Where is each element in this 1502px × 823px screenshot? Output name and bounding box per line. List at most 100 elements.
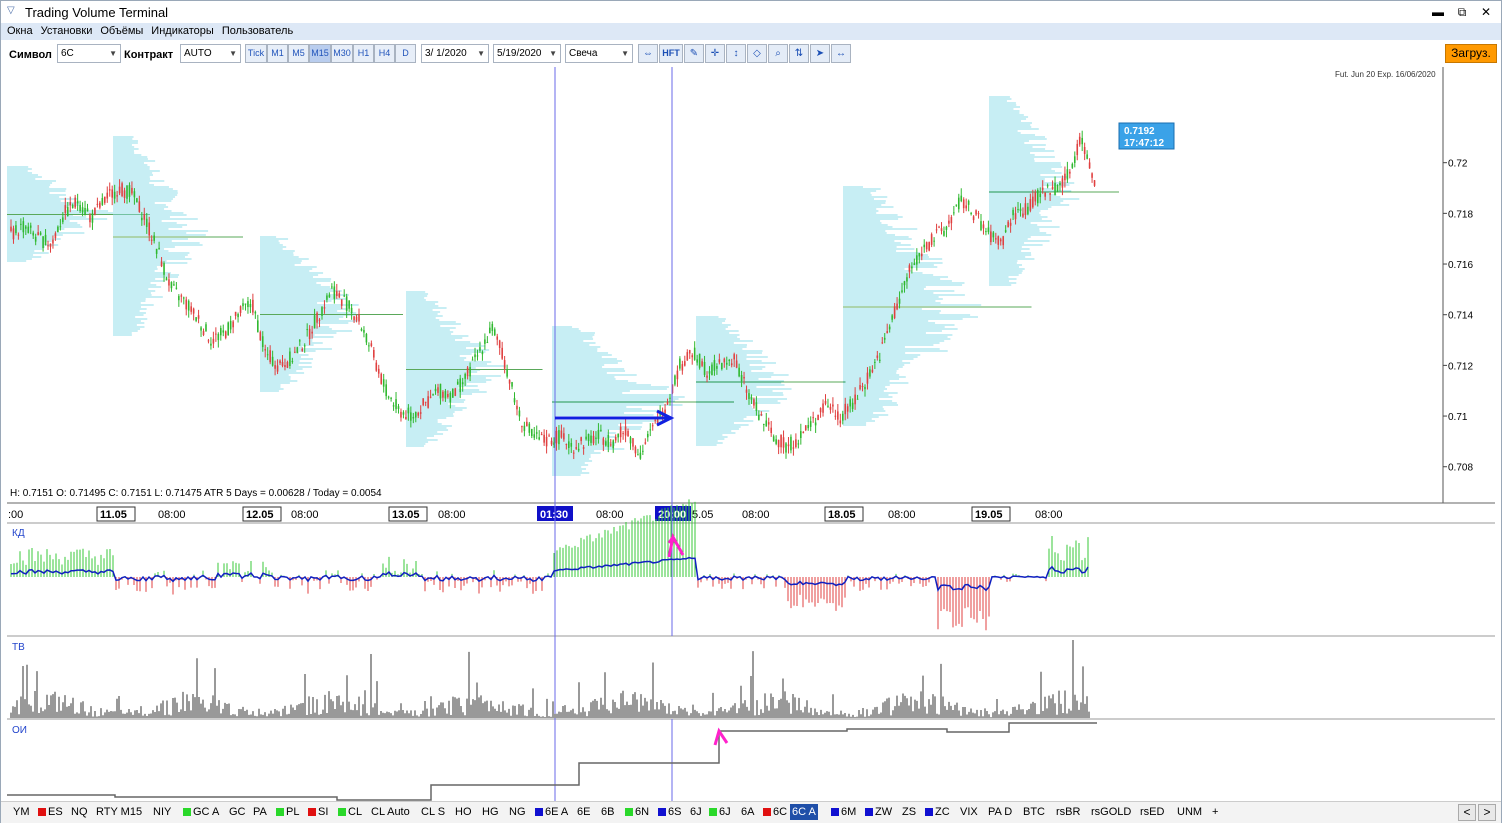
arrows-icon[interactable]: ⇔: [638, 44, 658, 63]
candle-body: [397, 406, 400, 410]
menu-indicators[interactable]: Индикаторы: [151, 23, 214, 40]
symbol-tab-ym[interactable]: YM: [11, 804, 32, 820]
chart-area[interactable]: 0.72 0.718 0.716 0.714 0.712 0.71 0.708 :00 11.…: [7, 67, 1495, 801]
timeframe-m5[interactable]: M5: [288, 44, 309, 63]
menu-windows[interactable]: Окна: [7, 23, 33, 40]
candle-body: [526, 421, 528, 427]
symbol-tab-+[interactable]: +: [1210, 804, 1220, 820]
symbol-tab-6c[interactable]: 6C: [761, 804, 789, 820]
symbol-tab-pa[interactable]: PA: [251, 804, 269, 820]
symbol-tab-vix[interactable]: VIX: [958, 804, 980, 820]
date-from-value: 3/ 1/2020: [425, 48, 467, 59]
candle-body: [908, 265, 911, 272]
timeframe-h4[interactable]: H4: [374, 44, 395, 63]
symbol-tab-6j[interactable]: 6J: [688, 804, 704, 820]
time-tick-label: 12.05: [246, 509, 274, 521]
pencil-icon[interactable]: ✎: [684, 44, 704, 63]
candle-body: [1029, 198, 1032, 211]
crosshair-icon[interactable]: ✛: [705, 44, 725, 63]
candle-body: [498, 340, 501, 348]
symbol-tab-rsgold[interactable]: rsGOLD: [1089, 804, 1133, 820]
zoom-icon[interactable]: ⌕: [768, 44, 788, 63]
time-tick-label: 19.05: [975, 509, 1003, 521]
symbol-tab-6a[interactable]: 6A: [739, 804, 756, 820]
restore-button[interactable]: ⧉: [1451, 3, 1473, 21]
candle-body: [108, 189, 111, 191]
symbol-tab-6b[interactable]: 6B: [599, 804, 616, 820]
candle-body: [94, 207, 96, 215]
symbol-tab-zc[interactable]: ZC: [923, 804, 952, 820]
price-tick-label: 0.712: [1448, 361, 1473, 372]
candle-body: [982, 224, 985, 229]
symbol-tab-label: VIX: [960, 806, 978, 818]
candle-body: [333, 286, 336, 299]
arrows-swap-icon[interactable]: ⇅: [789, 44, 809, 63]
horizontal-resize-icon[interactable]: ↔: [831, 44, 851, 63]
date-to-picker[interactable]: 5/19/2020 ▼: [493, 44, 561, 63]
menu-settings[interactable]: Установки: [41, 23, 93, 40]
symbol-tab-hg[interactable]: HG: [480, 804, 501, 820]
symbol-tab-6c-a[interactable]: 6C A: [790, 804, 818, 820]
symbol-tab-6e[interactable]: 6E: [575, 804, 592, 820]
symbol-tab-label: PA D: [988, 806, 1013, 818]
timeframe-m15[interactable]: M15: [309, 44, 331, 63]
timeframe-m1[interactable]: M1: [267, 44, 288, 63]
fit-icon[interactable]: ◇: [747, 44, 767, 63]
symbol-tab-gc[interactable]: GC: [227, 804, 248, 820]
price-tick-label: 0.72: [1448, 159, 1468, 170]
symbol-tab-rsed[interactable]: rsED: [1138, 804, 1166, 820]
timeframe-tick[interactable]: Tick: [245, 44, 267, 63]
symbol-select[interactable]: 6C ▼: [57, 44, 121, 63]
symbol-tab-niy[interactable]: NIY: [151, 804, 173, 820]
time-tick-label: 11.05: [100, 509, 127, 521]
symbol-tab-unm[interactable]: UNM: [1175, 804, 1204, 820]
symbol-tab-cl-auto[interactable]: CL Auto: [369, 804, 412, 820]
symbol-tab-ng[interactable]: NG: [507, 804, 528, 820]
symbol-tab-nq[interactable]: NQ: [69, 804, 90, 820]
timeframe-d[interactable]: D: [395, 44, 416, 63]
symbol-tab-zs[interactable]: ZS: [900, 804, 918, 820]
minimize-button[interactable]: ▬: [1427, 3, 1449, 21]
symbol-tab-pa-d[interactable]: PA D: [986, 804, 1014, 820]
symbol-tab-rsbr[interactable]: rsBR: [1054, 804, 1082, 820]
menu-volumes[interactable]: Объёмы: [100, 23, 143, 40]
timeframe-m30[interactable]: M30: [331, 44, 353, 63]
candle-body: [175, 287, 178, 289]
cursor-icon[interactable]: ➤: [810, 44, 830, 63]
menu-user[interactable]: Пользователь: [222, 23, 293, 40]
load-button[interactable]: Загруз.: [1445, 44, 1497, 63]
symbol-tab-6n[interactable]: 6N: [623, 804, 651, 820]
symbol-tab-pl[interactable]: PL: [274, 804, 301, 820]
scroll-right-button[interactable]: >: [1478, 804, 1496, 821]
symbol-tab-es[interactable]: ES: [36, 804, 65, 820]
timeframe-h1[interactable]: H1: [353, 44, 374, 63]
symbol-tab-6e-a[interactable]: 6E A: [533, 804, 570, 820]
symbol-tab-cl[interactable]: CL: [336, 804, 364, 820]
date-from-picker[interactable]: 3/ 1/2020 ▼: [421, 44, 489, 63]
symbol-label: Символ: [9, 49, 52, 61]
vertical-resize-icon[interactable]: ↕: [726, 44, 746, 63]
symbol-tab-cl-s[interactable]: CL S: [419, 804, 447, 820]
candle-body: [570, 443, 573, 447]
symbol-tab-gc-a[interactable]: GC A: [181, 804, 221, 820]
candle-body: [935, 229, 938, 231]
chart-type-select[interactable]: Свеча ▼: [565, 44, 633, 63]
scroll-left-button[interactable]: <: [1458, 804, 1476, 821]
candle-body: [1002, 236, 1005, 246]
candle-body: [101, 197, 104, 205]
symbol-tab-ho[interactable]: HO: [453, 804, 474, 820]
symbol-tab-si[interactable]: SI: [306, 804, 330, 820]
symbol-tab-zw[interactable]: ZW: [863, 804, 894, 820]
symbol-tab-6j[interactable]: 6J: [707, 804, 733, 820]
symbol-tab-btc[interactable]: BTC: [1021, 804, 1047, 820]
candle-body: [373, 349, 375, 358]
symbol-tab-rty-m15[interactable]: RTY M15: [94, 804, 144, 820]
hft-button[interactable]: HFT: [659, 44, 683, 63]
close-button[interactable]: ✕: [1475, 3, 1497, 21]
candle-body: [733, 354, 735, 360]
symbol-tab-6s[interactable]: 6S: [656, 804, 683, 820]
symbol-tab-6m[interactable]: 6M: [829, 804, 858, 820]
candle-body: [543, 434, 545, 443]
candle-body: [466, 367, 469, 377]
contract-select[interactable]: AUTO ▼: [180, 44, 241, 63]
